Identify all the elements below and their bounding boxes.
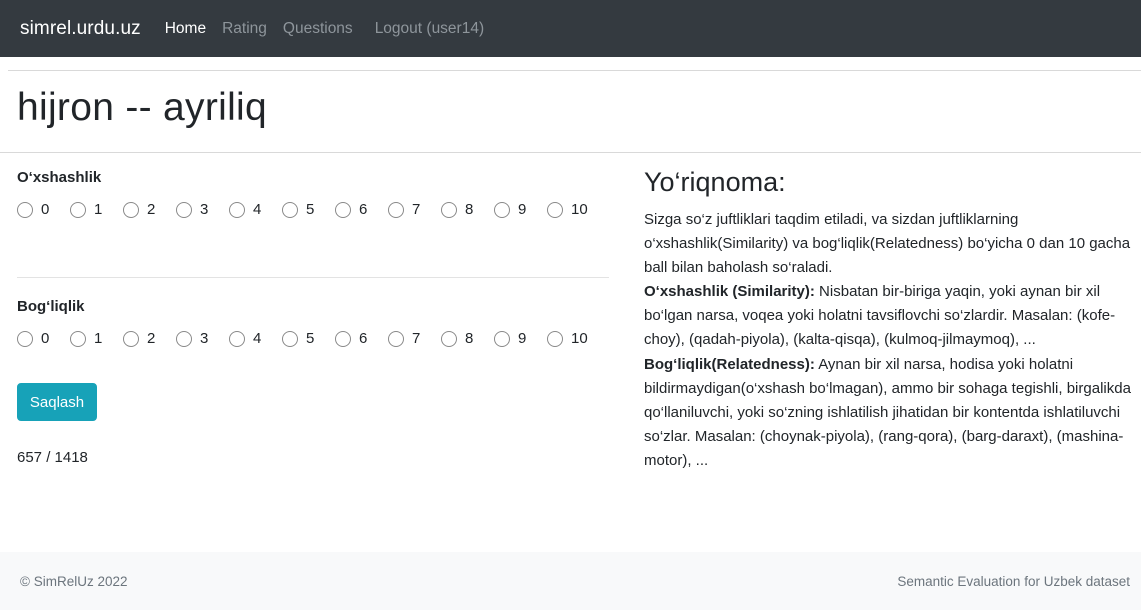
similarity-option-6[interactable]: 6 bbox=[335, 201, 388, 218]
similarity-radio-6[interactable] bbox=[335, 201, 351, 218]
radio-label: 1 bbox=[94, 330, 103, 347]
relatedness-option-9[interactable]: 9 bbox=[494, 330, 547, 347]
footer: © SimRelUz 2022 Semantic Evaluation for … bbox=[0, 552, 1141, 610]
similarity-option-8[interactable]: 8 bbox=[441, 201, 494, 218]
footer-tagline: Semantic Evaluation for Uzbek dataset bbox=[897, 573, 1130, 589]
relatedness-radio-2[interactable] bbox=[123, 330, 139, 347]
save-button[interactable]: Saqlash bbox=[17, 383, 97, 421]
radio-label: 0 bbox=[41, 330, 50, 347]
similarity-radio-group: 0 1 2 3 4 5 6 7 8 9 10 bbox=[17, 201, 600, 218]
similarity-radio-3[interactable] bbox=[176, 201, 192, 218]
radio-label: 2 bbox=[147, 201, 156, 218]
similarity-radio-0[interactable] bbox=[17, 201, 33, 218]
radio-label: 7 bbox=[412, 201, 421, 218]
radio-label: 9 bbox=[518, 330, 527, 347]
similarity-option-1[interactable]: 1 bbox=[70, 201, 123, 218]
relatedness-radio-5[interactable] bbox=[282, 330, 298, 347]
top-navbar: simrel.urdu.uz Home Rating Questions Log… bbox=[0, 0, 1141, 57]
similarity-option-5[interactable]: 5 bbox=[282, 201, 335, 218]
copyright-text: © SimRelUz 2022 bbox=[20, 573, 128, 589]
radio-label: 3 bbox=[200, 330, 209, 347]
similarity-option-2[interactable]: 2 bbox=[123, 201, 176, 218]
relatedness-radio-10[interactable] bbox=[547, 330, 563, 347]
radio-label: 7 bbox=[412, 330, 421, 347]
similarity-radio-7[interactable] bbox=[388, 201, 404, 218]
similarity-option-0[interactable]: 0 bbox=[17, 201, 70, 218]
relatedness-radio-3[interactable] bbox=[176, 330, 192, 347]
radio-label: 4 bbox=[253, 201, 262, 218]
nav-home-link[interactable]: Home bbox=[165, 20, 206, 38]
instructions-title: Yo‘riqnoma: bbox=[644, 167, 786, 197]
similarity-option-10[interactable]: 10 bbox=[547, 201, 600, 218]
radio-label: 10 bbox=[571, 330, 588, 347]
nav-logout-link[interactable]: Logout (user14) bbox=[375, 20, 484, 38]
relatedness-radio-group: 0 1 2 3 4 5 6 7 8 9 10 bbox=[17, 330, 600, 347]
radio-label: 9 bbox=[518, 201, 527, 218]
relatedness-radio-9[interactable] bbox=[494, 330, 510, 347]
radio-label: 4 bbox=[253, 330, 262, 347]
similarity-radio-4[interactable] bbox=[229, 201, 245, 218]
relatedness-option-3[interactable]: 3 bbox=[176, 330, 229, 347]
nav-rating-link[interactable]: Rating bbox=[222, 20, 267, 38]
similarity-option-3[interactable]: 3 bbox=[176, 201, 229, 218]
similarity-radio-9[interactable] bbox=[494, 201, 510, 218]
relatedness-option-2[interactable]: 2 bbox=[123, 330, 176, 347]
relatedness-radio-4[interactable] bbox=[229, 330, 245, 347]
instructions-intro: Sizga so‘z juftliklari taqdim etiladi, v… bbox=[644, 211, 1131, 277]
similarity-term: O‘xshashlik (Similarity): bbox=[644, 283, 815, 301]
relatedness-option-5[interactable]: 5 bbox=[282, 330, 335, 347]
divider bbox=[8, 70, 1141, 71]
relatedness-label: Bog‘liqlik bbox=[17, 298, 85, 315]
radio-label: 8 bbox=[465, 330, 474, 347]
relatedness-option-0[interactable]: 0 bbox=[17, 330, 70, 347]
similarity-option-4[interactable]: 4 bbox=[229, 201, 282, 218]
relatedness-radio-7[interactable] bbox=[388, 330, 404, 347]
relatedness-option-1[interactable]: 1 bbox=[70, 330, 123, 347]
relatedness-option-4[interactable]: 4 bbox=[229, 330, 282, 347]
radio-label: 1 bbox=[94, 201, 103, 218]
similarity-option-9[interactable]: 9 bbox=[494, 201, 547, 218]
nav-questions-link[interactable]: Questions bbox=[283, 20, 353, 38]
radio-label: 2 bbox=[147, 330, 156, 347]
radio-label: 3 bbox=[200, 201, 209, 218]
radio-label: 8 bbox=[465, 201, 474, 218]
relatedness-radio-0[interactable] bbox=[17, 330, 33, 347]
radio-label: 5 bbox=[306, 330, 315, 347]
similarity-radio-2[interactable] bbox=[123, 201, 139, 218]
divider bbox=[0, 152, 1141, 153]
relatedness-option-8[interactable]: 8 bbox=[441, 330, 494, 347]
progress-counter: 657 / 1418 bbox=[17, 449, 88, 466]
radio-label: 6 bbox=[359, 330, 368, 347]
relatedness-option-10[interactable]: 10 bbox=[547, 330, 600, 347]
similarity-radio-5[interactable] bbox=[282, 201, 298, 218]
similarity-radio-8[interactable] bbox=[441, 201, 457, 218]
similarity-radio-10[interactable] bbox=[547, 201, 563, 218]
instructions-body: Sizga so‘z juftliklari taqdim etiladi, v… bbox=[644, 208, 1134, 473]
relatedness-option-6[interactable]: 6 bbox=[335, 330, 388, 347]
relatedness-radio-6[interactable] bbox=[335, 330, 351, 347]
brand-link[interactable]: simrel.urdu.uz bbox=[20, 18, 141, 40]
relatedness-radio-8[interactable] bbox=[441, 330, 457, 347]
similarity-radio-1[interactable] bbox=[70, 201, 86, 218]
radio-label: 0 bbox=[41, 201, 50, 218]
relatedness-radio-1[interactable] bbox=[70, 330, 86, 347]
divider bbox=[17, 277, 609, 278]
radio-label: 5 bbox=[306, 201, 315, 218]
similarity-label: O‘xshashlik bbox=[17, 169, 102, 186]
relatedness-option-7[interactable]: 7 bbox=[388, 330, 441, 347]
similarity-option-7[interactable]: 7 bbox=[388, 201, 441, 218]
relatedness-term: Bog‘liqlik(Relatedness): bbox=[644, 355, 815, 373]
radio-label: 10 bbox=[571, 201, 588, 218]
page-title: hijron -- ayriliq bbox=[17, 86, 267, 129]
radio-label: 6 bbox=[359, 201, 368, 218]
